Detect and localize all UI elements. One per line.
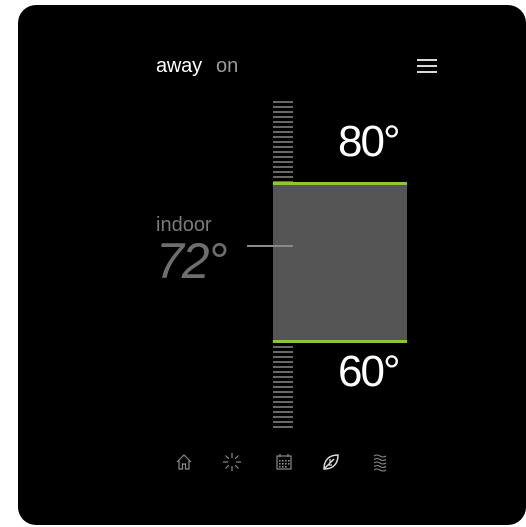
- calendar-icon: [276, 454, 292, 470]
- thermostat-panel: [18, 5, 526, 525]
- fan-button[interactable]: [218, 448, 246, 476]
- home-icon: [176, 454, 192, 470]
- home-button[interactable]: [170, 448, 198, 476]
- humidity-button[interactable]: [366, 448, 394, 476]
- away-label: away: [156, 55, 202, 77]
- fan-icon: [223, 453, 241, 471]
- bottom-nav: [170, 448, 400, 476]
- indoor-temperature-marker: [247, 245, 293, 247]
- menu-icon[interactable]: [417, 59, 437, 73]
- indoor-temperature: 72°: [156, 233, 228, 289]
- leaf-icon: [323, 454, 339, 470]
- high-setpoint-value: 80°: [338, 117, 401, 166]
- away-status-toggle[interactable]: on: [216, 55, 238, 78]
- setpoint-range[interactable]: [273, 183, 407, 342]
- low-setpoint-handle[interactable]: [273, 340, 407, 343]
- waves-icon: [373, 454, 387, 472]
- eco-button[interactable]: [317, 448, 345, 476]
- low-setpoint-value: 60°: [338, 347, 401, 396]
- high-setpoint-handle[interactable]: [273, 182, 407, 185]
- schedule-button[interactable]: [270, 448, 298, 476]
